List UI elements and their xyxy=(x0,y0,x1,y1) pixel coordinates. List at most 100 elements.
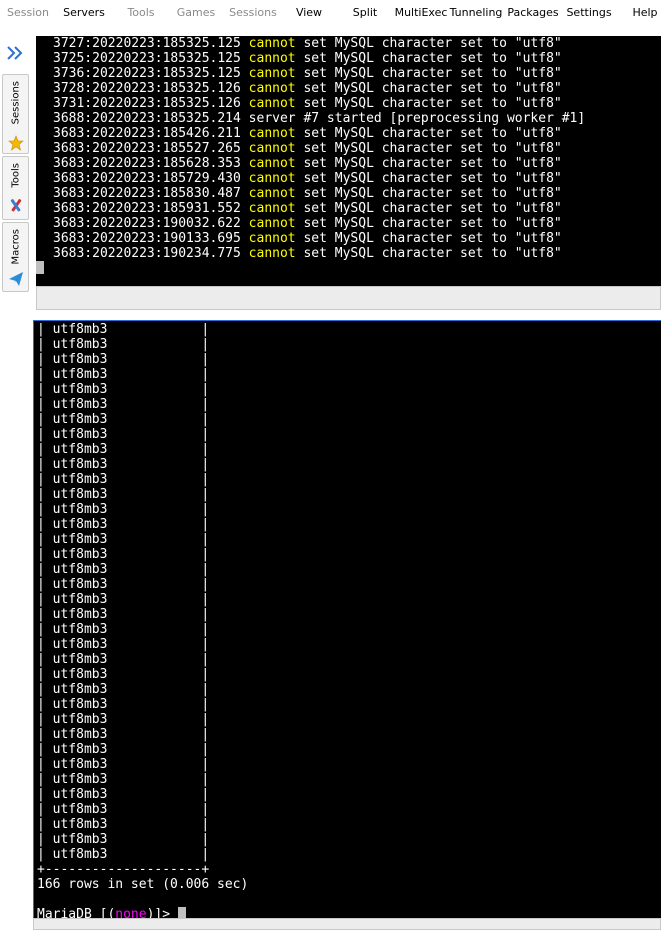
table-row: | utf8mb3 | xyxy=(37,697,210,712)
log-prefix: 3683:20220223:185426.211 xyxy=(53,126,249,141)
tools-icon xyxy=(8,197,24,213)
terminal-top[interactable]: 3727:20220223:185325.125 cannot set MySQ… xyxy=(36,36,661,286)
log-message: set MySQL character set to "utf8" xyxy=(295,171,562,186)
table-row: | utf8mb3 | xyxy=(37,442,210,457)
table-row: | utf8mb3 | xyxy=(37,367,210,382)
terminal-line: 3683:20220223:190133.695 cannot set MySQ… xyxy=(53,231,585,246)
table-row: | utf8mb3 | xyxy=(37,712,210,727)
terminal-top-status-bar xyxy=(36,286,661,310)
terminal-line: 3683:20220223:190032.622 cannot set MySQ… xyxy=(53,216,585,231)
table-row: | utf8mb3 | xyxy=(37,487,210,502)
table-row: | utf8mb3 | xyxy=(37,847,210,862)
terminal-line: 3683:20220223:185729.430 cannot set MySQ… xyxy=(53,171,585,186)
terminal-bottom-output: | utf8mb3 | | utf8mb3 | | utf8mb3 | | utf8m… xyxy=(37,322,248,918)
menu-sessions[interactable]: Sessions xyxy=(229,6,277,20)
menu-tools[interactable]: Tools xyxy=(127,6,154,20)
table-row: | utf8mb3 | xyxy=(37,637,210,652)
log-keyword: cannot xyxy=(248,246,296,261)
terminal-line: 3683:20220223:185830.487 cannot set MySQ… xyxy=(53,186,585,201)
terminal-cursor-line xyxy=(36,261,585,276)
log-keyword: cannot xyxy=(248,81,296,96)
menu-multiexec[interactable]: MultiExec xyxy=(395,6,448,20)
table-border: +--------------------+ xyxy=(37,862,210,877)
log-prefix: 3683:20220223:190234.775 xyxy=(53,246,249,261)
menu-view[interactable]: View xyxy=(296,6,322,20)
sidebar-tab-tools[interactable]: Tools xyxy=(2,156,29,220)
terminal-line: 3688:20220223:185325.214 server #7 start… xyxy=(53,111,585,126)
table-row: | utf8mb3 | xyxy=(37,532,210,547)
left-sidebar: Sessions Tools Macros xyxy=(0,30,30,930)
log-message: set MySQL character set to "utf8" xyxy=(295,81,562,96)
table-row: | utf8mb3 | xyxy=(37,502,210,517)
table-row: | utf8mb3 | xyxy=(37,472,210,487)
terminal-cursor xyxy=(36,261,44,274)
terminal-line: 3683:20220223:185931.552 cannot set MySQ… xyxy=(53,201,585,216)
table-row: | utf8mb3 | xyxy=(37,682,210,697)
log-prefix: 3683:20220223:190133.695 xyxy=(53,231,249,246)
sidebar-tab-macros[interactable]: Macros xyxy=(2,222,29,292)
table-row: | utf8mb3 | xyxy=(37,427,210,442)
table-row: | utf8mb3 | xyxy=(37,517,210,532)
menu-help[interactable]: Help xyxy=(632,6,657,20)
terminal-cursor xyxy=(177,907,186,918)
log-message: set MySQL character set to "utf8" xyxy=(295,36,562,51)
log-message: set MySQL character set to "utf8" xyxy=(295,51,562,66)
sidebar-tab-sessions[interactable]: Sessions xyxy=(2,74,29,154)
log-keyword: cannot xyxy=(248,141,296,156)
log-message: set MySQL character set to "utf8" xyxy=(295,141,562,156)
terminal-line: 3683:20220223:190234.775 cannot set MySQ… xyxy=(53,246,585,261)
table-row: | utf8mb3 | xyxy=(37,742,210,757)
menu-split[interactable]: Split xyxy=(353,6,377,20)
sidebar-tab-macros-label: Macros xyxy=(10,229,21,265)
log-keyword: cannot xyxy=(248,171,296,186)
pane-splitter[interactable] xyxy=(30,312,661,320)
menu-games[interactable]: Games xyxy=(177,6,215,20)
log-keyword: cannot xyxy=(248,66,296,81)
table-row: | utf8mb3 | xyxy=(37,832,210,847)
mariadb-prompt[interactable]: MariaDB [(none)]> xyxy=(37,907,248,918)
table-row: | utf8mb3 | xyxy=(37,667,210,682)
table-row: | utf8mb3 | xyxy=(37,352,210,367)
log-prefix: 3683:20220223:185628.353 xyxy=(53,156,249,171)
log-message: set MySQL character set to "utf8" xyxy=(295,231,562,246)
terminal-line: 3736:20220223:185325.125 cannot set MySQ… xyxy=(53,66,585,81)
log-message: set MySQL character set to "utf8" xyxy=(295,66,562,81)
prompt-suffix: )]> xyxy=(146,907,178,918)
sidebar-tab-tools-label: Tools xyxy=(10,163,21,188)
table-row: | utf8mb3 | xyxy=(37,322,210,337)
table-row: | utf8mb3 | xyxy=(37,787,210,802)
log-prefix: 3683:20220223:185527.265 xyxy=(53,141,249,156)
table-row: | utf8mb3 | xyxy=(37,622,210,637)
table-row: | utf8mb3 | xyxy=(37,772,210,787)
menu-tunneling[interactable]: Tunneling xyxy=(450,6,503,20)
log-keyword: cannot xyxy=(248,126,296,141)
prompt-database: none xyxy=(115,907,147,918)
terminal-line: 3731:20220223:185325.126 cannot set MySQ… xyxy=(53,96,585,111)
table-row: | utf8mb3 | xyxy=(37,757,210,772)
log-message: set MySQL character set to "utf8" xyxy=(295,156,562,171)
terminal-bottom[interactable]: | utf8mb3 | | utf8mb3 | | utf8mb3 | | utf8m… xyxy=(33,320,661,918)
table-row: | utf8mb3 | xyxy=(37,412,210,427)
menu-packages[interactable]: Packages xyxy=(507,6,558,20)
log-keyword: cannot xyxy=(248,156,296,171)
log-prefix: 3683:20220223:190032.622 xyxy=(53,216,249,231)
table-row: | utf8mb3 | xyxy=(37,337,210,352)
log-prefix: 3728:20220223:185325.126 xyxy=(53,81,249,96)
table-row: | utf8mb3 | xyxy=(37,727,210,742)
log-message: set MySQL character set to "utf8" xyxy=(295,246,562,261)
terminal-line: 3728:20220223:185325.126 cannot set MySQ… xyxy=(53,81,585,96)
table-row: | utf8mb3 | xyxy=(37,577,210,592)
double-chevron-right-icon[interactable] xyxy=(4,42,26,64)
terminal-bottom-status-bar xyxy=(33,918,661,930)
table-row: | utf8mb3 | xyxy=(37,652,210,667)
table-row: | utf8mb3 | xyxy=(37,397,210,412)
log-prefix: 3688:20220223:185325.214 server #7 start… xyxy=(53,111,586,126)
menu-settings[interactable]: Settings xyxy=(566,6,611,20)
star-icon xyxy=(8,135,24,151)
paper-plane-icon xyxy=(8,271,24,287)
table-row: | utf8mb3 | xyxy=(37,547,210,562)
log-keyword: cannot xyxy=(248,186,296,201)
menu-servers[interactable]: Servers xyxy=(63,6,105,20)
menu-session[interactable]: Session xyxy=(7,6,49,20)
